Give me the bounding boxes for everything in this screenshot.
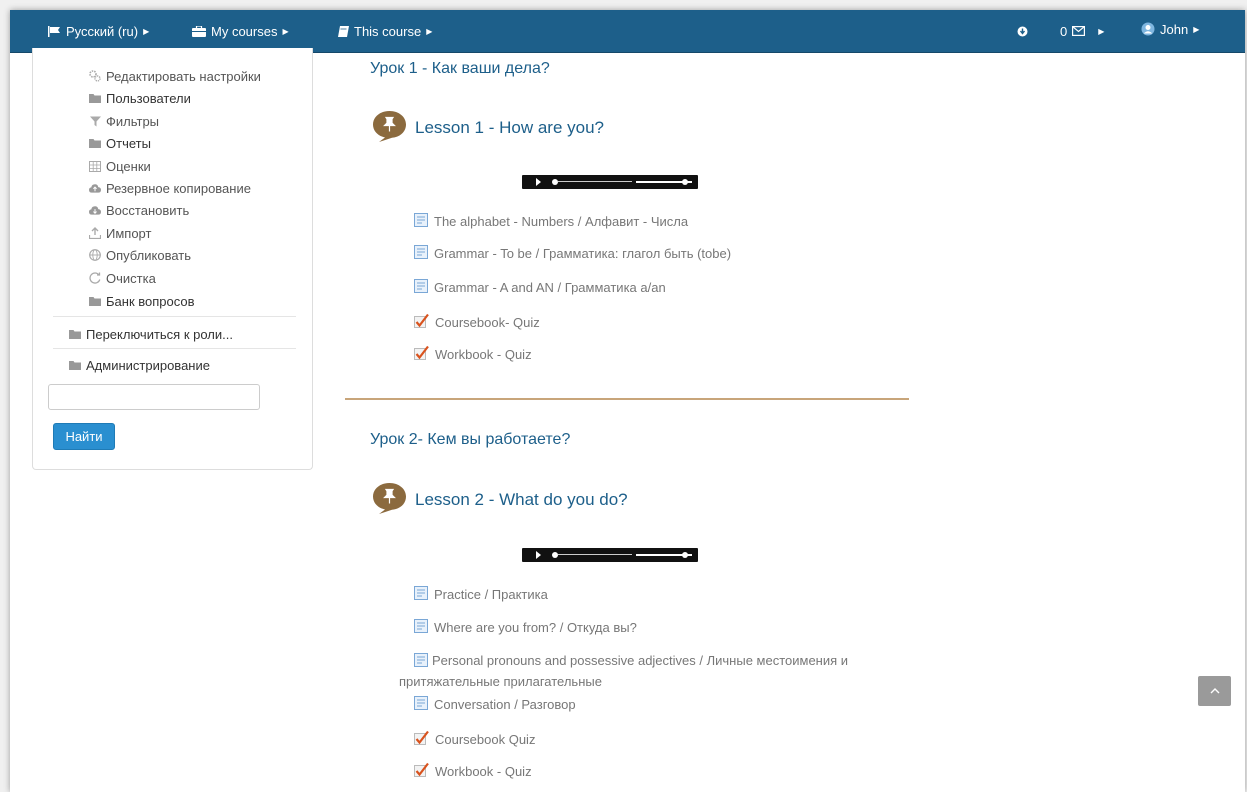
quiz-checkmark-icon: [414, 345, 429, 363]
user-menu[interactable]: John ▶: [1141, 21, 1199, 37]
quiz-checkmark-icon: [414, 730, 429, 748]
audio-player[interactable]: [522, 548, 698, 562]
audio-player[interactable]: [522, 175, 698, 189]
page-icon: [414, 619, 428, 636]
lesson-heading: Lesson 2 - What do you do?: [372, 483, 628, 517]
activity-page[interactable]: Personal pronouns and possessive adjecti…: [399, 651, 899, 691]
activity-page[interactable]: Grammar - To be / Грамматика: глагол быт…: [414, 245, 731, 262]
gears-icon: [89, 70, 101, 82]
messages-count: 0: [1060, 23, 1068, 39]
page-icon: [414, 245, 428, 262]
table-icon: [89, 160, 101, 172]
caret-right-icon: ▶: [426, 26, 433, 36]
filter-icon: [89, 115, 101, 127]
quiz-checkmark-icon: [414, 313, 429, 331]
activity-page[interactable]: Where are you from? / Откуда вы?: [414, 619, 637, 636]
activity-quiz[interactable]: Coursebook Quiz: [414, 730, 535, 748]
notifications-button[interactable]: [1017, 23, 1028, 39]
progress-track[interactable]: [558, 554, 632, 555]
page-icon: [414, 653, 428, 672]
this-course-menu[interactable]: This course ▶: [338, 23, 432, 39]
top-navbar: Русский (ru) ▶ My courses ▶ This course …: [10, 10, 1245, 53]
lesson-title[interactable]: Lesson 1 - How are you?: [415, 118, 604, 138]
section-title[interactable]: Урок 1 - Как ваши дела?: [370, 60, 550, 78]
language-label: Русский (ru): [66, 23, 139, 39]
activity-quiz[interactable]: Workbook - Quiz: [414, 762, 532, 780]
progress-track[interactable]: [558, 181, 632, 182]
activity-page[interactable]: Conversation / Разговор: [414, 696, 576, 713]
book-icon: [338, 25, 349, 37]
caret-right-icon: ▶: [282, 26, 289, 36]
arrow-circle-down-icon: [1017, 26, 1028, 37]
tree-item-users[interactable]: Пользователи: [89, 89, 191, 107]
messages-menu[interactable]: 0 ▶: [1060, 23, 1104, 39]
upload-icon: [89, 227, 101, 239]
activity-page[interactable]: The alphabet - Numbers / Алфавит - Числа: [414, 213, 688, 230]
back-to-top-button[interactable]: [1198, 676, 1231, 706]
quiz-checkmark-icon: [414, 762, 429, 780]
progress-knob[interactable]: [552, 552, 558, 558]
folder-icon: [69, 359, 81, 371]
section-divider: [345, 398, 909, 400]
admin-search-input[interactable]: [48, 384, 260, 410]
tree-item-backup[interactable]: Резервное копирование: [89, 179, 251, 197]
lesson-title[interactable]: Lesson 2 - What do you do?: [415, 490, 628, 510]
pushpin-icon: [372, 482, 407, 518]
tree-item-administration[interactable]: Администрирование: [69, 356, 210, 374]
folder-icon: [89, 295, 101, 307]
tree-item-grades[interactable]: Оценки: [89, 157, 151, 175]
caret-right-icon: ▶: [1098, 26, 1105, 36]
page-frame: Русский (ru) ▶ My courses ▶ This course …: [10, 10, 1245, 792]
this-course-label: This course: [354, 23, 422, 39]
activity-quiz[interactable]: Coursebook- Quiz: [414, 313, 540, 331]
folder-icon: [89, 92, 101, 104]
folder-icon: [89, 137, 101, 149]
activity-page[interactable]: Grammar - A and AN / Грамматика a/an: [414, 279, 666, 296]
caret-right-icon: ▶: [143, 26, 150, 36]
cloud-download-icon: [89, 204, 101, 216]
page-icon: [414, 279, 428, 296]
envelope-icon: [1072, 26, 1086, 36]
search-button[interactable]: Найти: [53, 423, 115, 450]
tree-item-restore[interactable]: Восстановить: [89, 201, 189, 219]
cloud-upload-icon: [89, 182, 101, 194]
tree-separator: [53, 316, 296, 317]
tree-item-cleanup[interactable]: Очистка: [89, 269, 156, 287]
lesson-heading: Lesson 1 - How are you?: [372, 111, 604, 145]
tree-separator: [53, 348, 296, 349]
administration-block: Редактировать настройки Пользователи Фил…: [32, 48, 313, 470]
my-courses-menu[interactable]: My courses ▶: [192, 23, 289, 39]
my-courses-label: My courses: [211, 23, 278, 39]
user-avatar-icon: [1141, 22, 1155, 36]
play-icon[interactable]: [536, 178, 541, 186]
flag-icon: [48, 25, 61, 37]
page-icon: [414, 213, 428, 230]
play-icon[interactable]: [536, 551, 541, 559]
volume-knob[interactable]: [682, 552, 688, 558]
section-title[interactable]: Урок 2- Кем вы работаете?: [370, 431, 570, 449]
tree-item-edit-settings[interactable]: Редактировать настройки: [89, 67, 261, 85]
globe-icon: [89, 249, 101, 261]
activity-page[interactable]: Practice / Практика: [414, 586, 548, 603]
pushpin-icon: [372, 110, 407, 146]
tree-item-reports[interactable]: Отчеты: [89, 134, 151, 152]
activity-quiz[interactable]: Workbook - Quiz: [414, 345, 532, 363]
progress-knob[interactable]: [552, 179, 558, 185]
tree-item-switch-role[interactable]: Переключиться к роли...: [69, 325, 233, 343]
language-menu[interactable]: Русский (ru) ▶: [48, 23, 149, 39]
page-icon: [414, 586, 428, 603]
briefcase-icon: [192, 25, 206, 37]
tree-item-filters[interactable]: Фильтры: [89, 112, 159, 130]
tree-item-question-bank[interactable]: Банк вопросов: [89, 292, 195, 310]
tree-item-import[interactable]: Импорт: [89, 224, 151, 242]
page-icon: [414, 696, 428, 713]
tree-item-publish[interactable]: Опубликовать: [89, 246, 191, 264]
user-name: John: [1160, 21, 1189, 37]
folder-icon: [69, 328, 81, 340]
chevron-up-icon: [1210, 686, 1220, 697]
caret-right-icon: ▶: [1193, 24, 1200, 34]
refresh-icon: [89, 272, 101, 284]
volume-knob[interactable]: [682, 179, 688, 185]
